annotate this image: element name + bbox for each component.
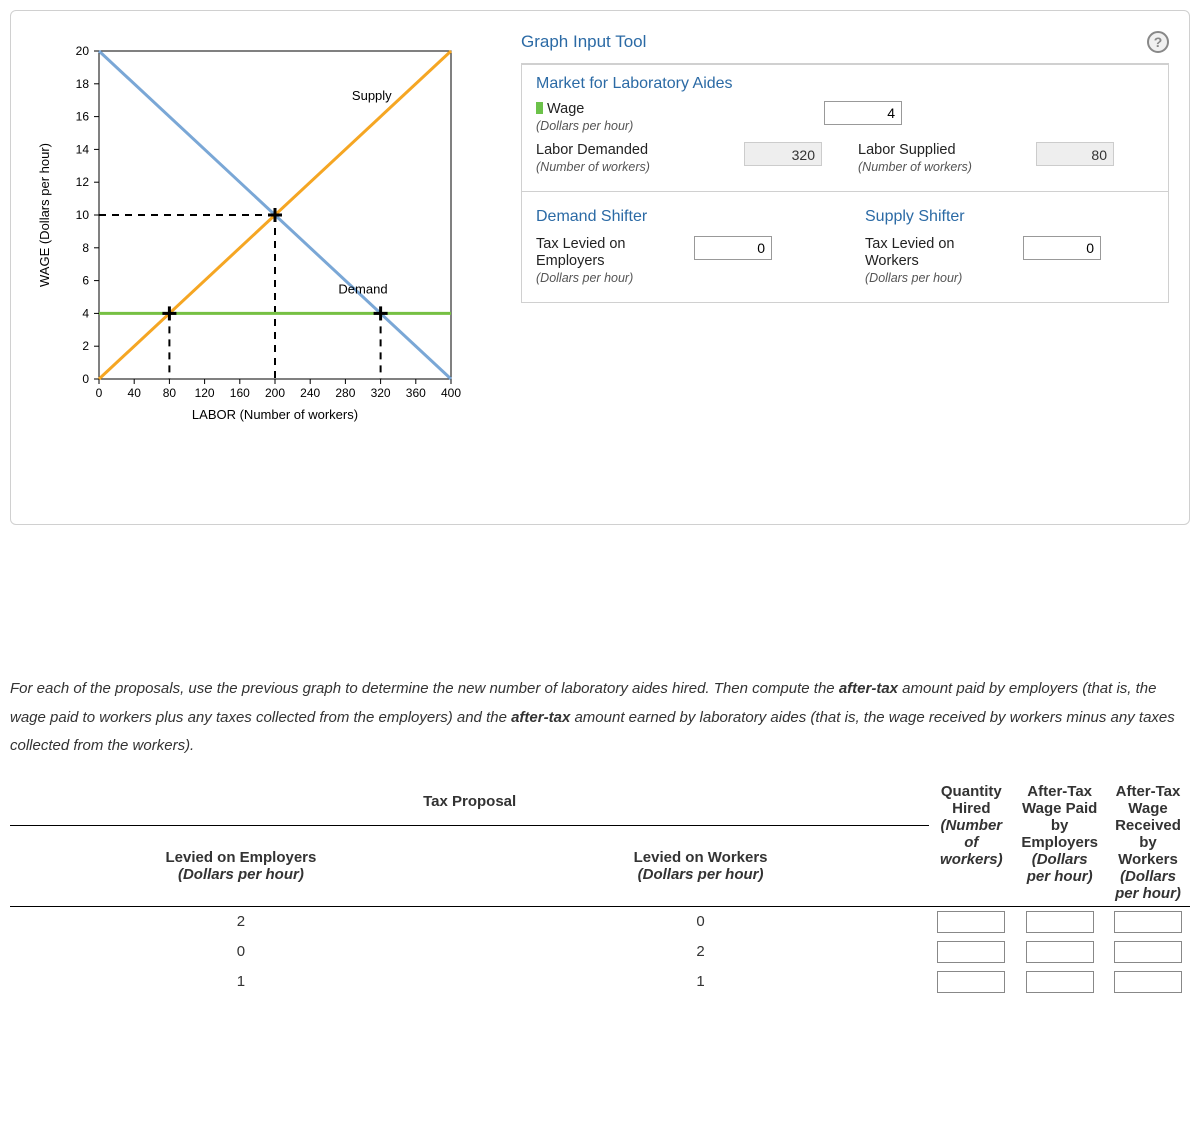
th-lev-emp: Levied on Employers bbox=[18, 849, 464, 866]
labor-supplied-sublabel: (Number of workers) bbox=[858, 160, 972, 174]
svg-text:18: 18 bbox=[76, 77, 90, 91]
th-recv: After-Tax Wage Received by Workers bbox=[1114, 783, 1182, 868]
labor-demanded-label: Labor Demanded bbox=[536, 142, 648, 158]
labor-supplied-value: 80 bbox=[1036, 142, 1114, 166]
market-title: Market for Laboratory Aides bbox=[536, 75, 1154, 93]
graph-area: 0 40 80 120 160 200 240 280 320 360 400 0 2 4 6 8 10 12 14… bbox=[31, 31, 491, 434]
svg-text:WAGE (Dollars per hour): WAGE (Dollars per hour) bbox=[37, 143, 52, 287]
wage-label: Wage bbox=[547, 101, 584, 117]
paid-input[interactable] bbox=[1026, 941, 1094, 963]
svg-text:12: 12 bbox=[76, 175, 90, 189]
svg-text:320: 320 bbox=[371, 386, 391, 400]
svg-text:240: 240 bbox=[300, 386, 320, 400]
th-tax-proposal: Tax Proposal bbox=[10, 779, 929, 826]
recv-input[interactable] bbox=[1114, 941, 1182, 963]
tax-employers-input[interactable] bbox=[694, 236, 772, 260]
svg-text:0: 0 bbox=[82, 372, 89, 386]
cell-lev-wrk: 1 bbox=[472, 967, 929, 997]
svg-text:400: 400 bbox=[441, 386, 461, 400]
svg-text:160: 160 bbox=[230, 386, 250, 400]
graph-tool-panel: 0 40 80 120 160 200 240 280 320 360 400 0 2 4 6 8 10 12 14… bbox=[10, 10, 1190, 525]
svg-text:6: 6 bbox=[82, 274, 89, 288]
svg-text:120: 120 bbox=[195, 386, 215, 400]
qty-input[interactable] bbox=[937, 911, 1005, 933]
svg-text:280: 280 bbox=[335, 386, 355, 400]
svg-text:40: 40 bbox=[128, 386, 142, 400]
help-icon[interactable]: ? bbox=[1147, 31, 1169, 53]
svg-text:Demand: Demand bbox=[338, 282, 387, 297]
th-qty: Quantity Hired bbox=[937, 783, 1005, 817]
paid-input[interactable] bbox=[1026, 971, 1094, 993]
demand-shifter-title: Demand Shifter bbox=[536, 208, 825, 226]
svg-text:360: 360 bbox=[406, 386, 426, 400]
svg-text:8: 8 bbox=[82, 241, 89, 255]
table-row: 20 bbox=[10, 906, 1190, 937]
cell-lev-emp: 1 bbox=[10, 967, 472, 997]
recv-input[interactable] bbox=[1114, 971, 1182, 993]
cell-lev-emp: 2 bbox=[10, 906, 472, 937]
wage-sublabel: (Dollars per hour) bbox=[536, 119, 633, 133]
recv-input[interactable] bbox=[1114, 911, 1182, 933]
svg-text:200: 200 bbox=[265, 386, 285, 400]
supply-demand-chart[interactable]: 0 40 80 120 160 200 240 280 320 360 400 0 2 4 6 8 10 12 14… bbox=[31, 31, 471, 431]
tax-employers-sublabel: (Dollars per hour) bbox=[536, 271, 633, 285]
cell-lev-wrk: 2 bbox=[472, 937, 929, 967]
qty-input[interactable] bbox=[937, 971, 1005, 993]
tax-workers-label: Tax Levied on Workers bbox=[865, 236, 954, 269]
svg-text:4: 4 bbox=[82, 306, 89, 320]
svg-text:80: 80 bbox=[163, 386, 177, 400]
input-tool: Graph Input Tool ? Market for Laboratory… bbox=[521, 31, 1169, 434]
th-qty-sub: (Number of workers) bbox=[937, 817, 1005, 868]
th-lev-emp-sub: (Dollars per hour) bbox=[18, 866, 464, 883]
cell-lev-wrk: 0 bbox=[472, 906, 929, 937]
svg-text:14: 14 bbox=[76, 142, 90, 156]
instructions-text: For each of the proposals, use the previ… bbox=[10, 675, 1190, 761]
svg-text:0: 0 bbox=[96, 386, 103, 400]
labor-demanded-value: 320 bbox=[744, 142, 822, 166]
svg-text:LABOR (Number of workers): LABOR (Number of workers) bbox=[192, 407, 358, 422]
table-row: 11 bbox=[10, 967, 1190, 997]
th-recv-sub: (Dollars per hour) bbox=[1114, 868, 1182, 902]
labor-supplied-label: Labor Supplied bbox=[858, 142, 956, 158]
svg-text:20: 20 bbox=[76, 44, 90, 58]
tax-employers-label: Tax Levied on Employers bbox=[536, 236, 625, 269]
th-paid: After-Tax Wage Paid by Employers bbox=[1021, 783, 1098, 851]
th-lev-wrk-sub: (Dollars per hour) bbox=[480, 866, 921, 883]
th-lev-wrk: Levied on Workers bbox=[480, 849, 921, 866]
table-row: 02 bbox=[10, 937, 1190, 967]
supply-shifter-title: Supply Shifter bbox=[865, 208, 1154, 226]
svg-text:10: 10 bbox=[76, 208, 90, 222]
tool-title: Graph Input Tool bbox=[521, 32, 646, 52]
svg-text:16: 16 bbox=[76, 110, 90, 124]
labor-demanded-sublabel: (Number of workers) bbox=[536, 160, 650, 174]
tax-proposal-table: Tax Proposal Quantity Hired (Number of w… bbox=[10, 779, 1190, 997]
wage-color-swatch bbox=[536, 102, 543, 114]
wage-input[interactable] bbox=[824, 101, 902, 125]
svg-text:Supply: Supply bbox=[352, 88, 392, 103]
th-paid-sub: (Dollars per hour) bbox=[1021, 851, 1098, 885]
paid-input[interactable] bbox=[1026, 911, 1094, 933]
qty-input[interactable] bbox=[937, 941, 1005, 963]
tax-workers-sublabel: (Dollars per hour) bbox=[865, 271, 962, 285]
cell-lev-emp: 0 bbox=[10, 937, 472, 967]
svg-text:2: 2 bbox=[82, 339, 89, 353]
tax-workers-input[interactable] bbox=[1023, 236, 1101, 260]
